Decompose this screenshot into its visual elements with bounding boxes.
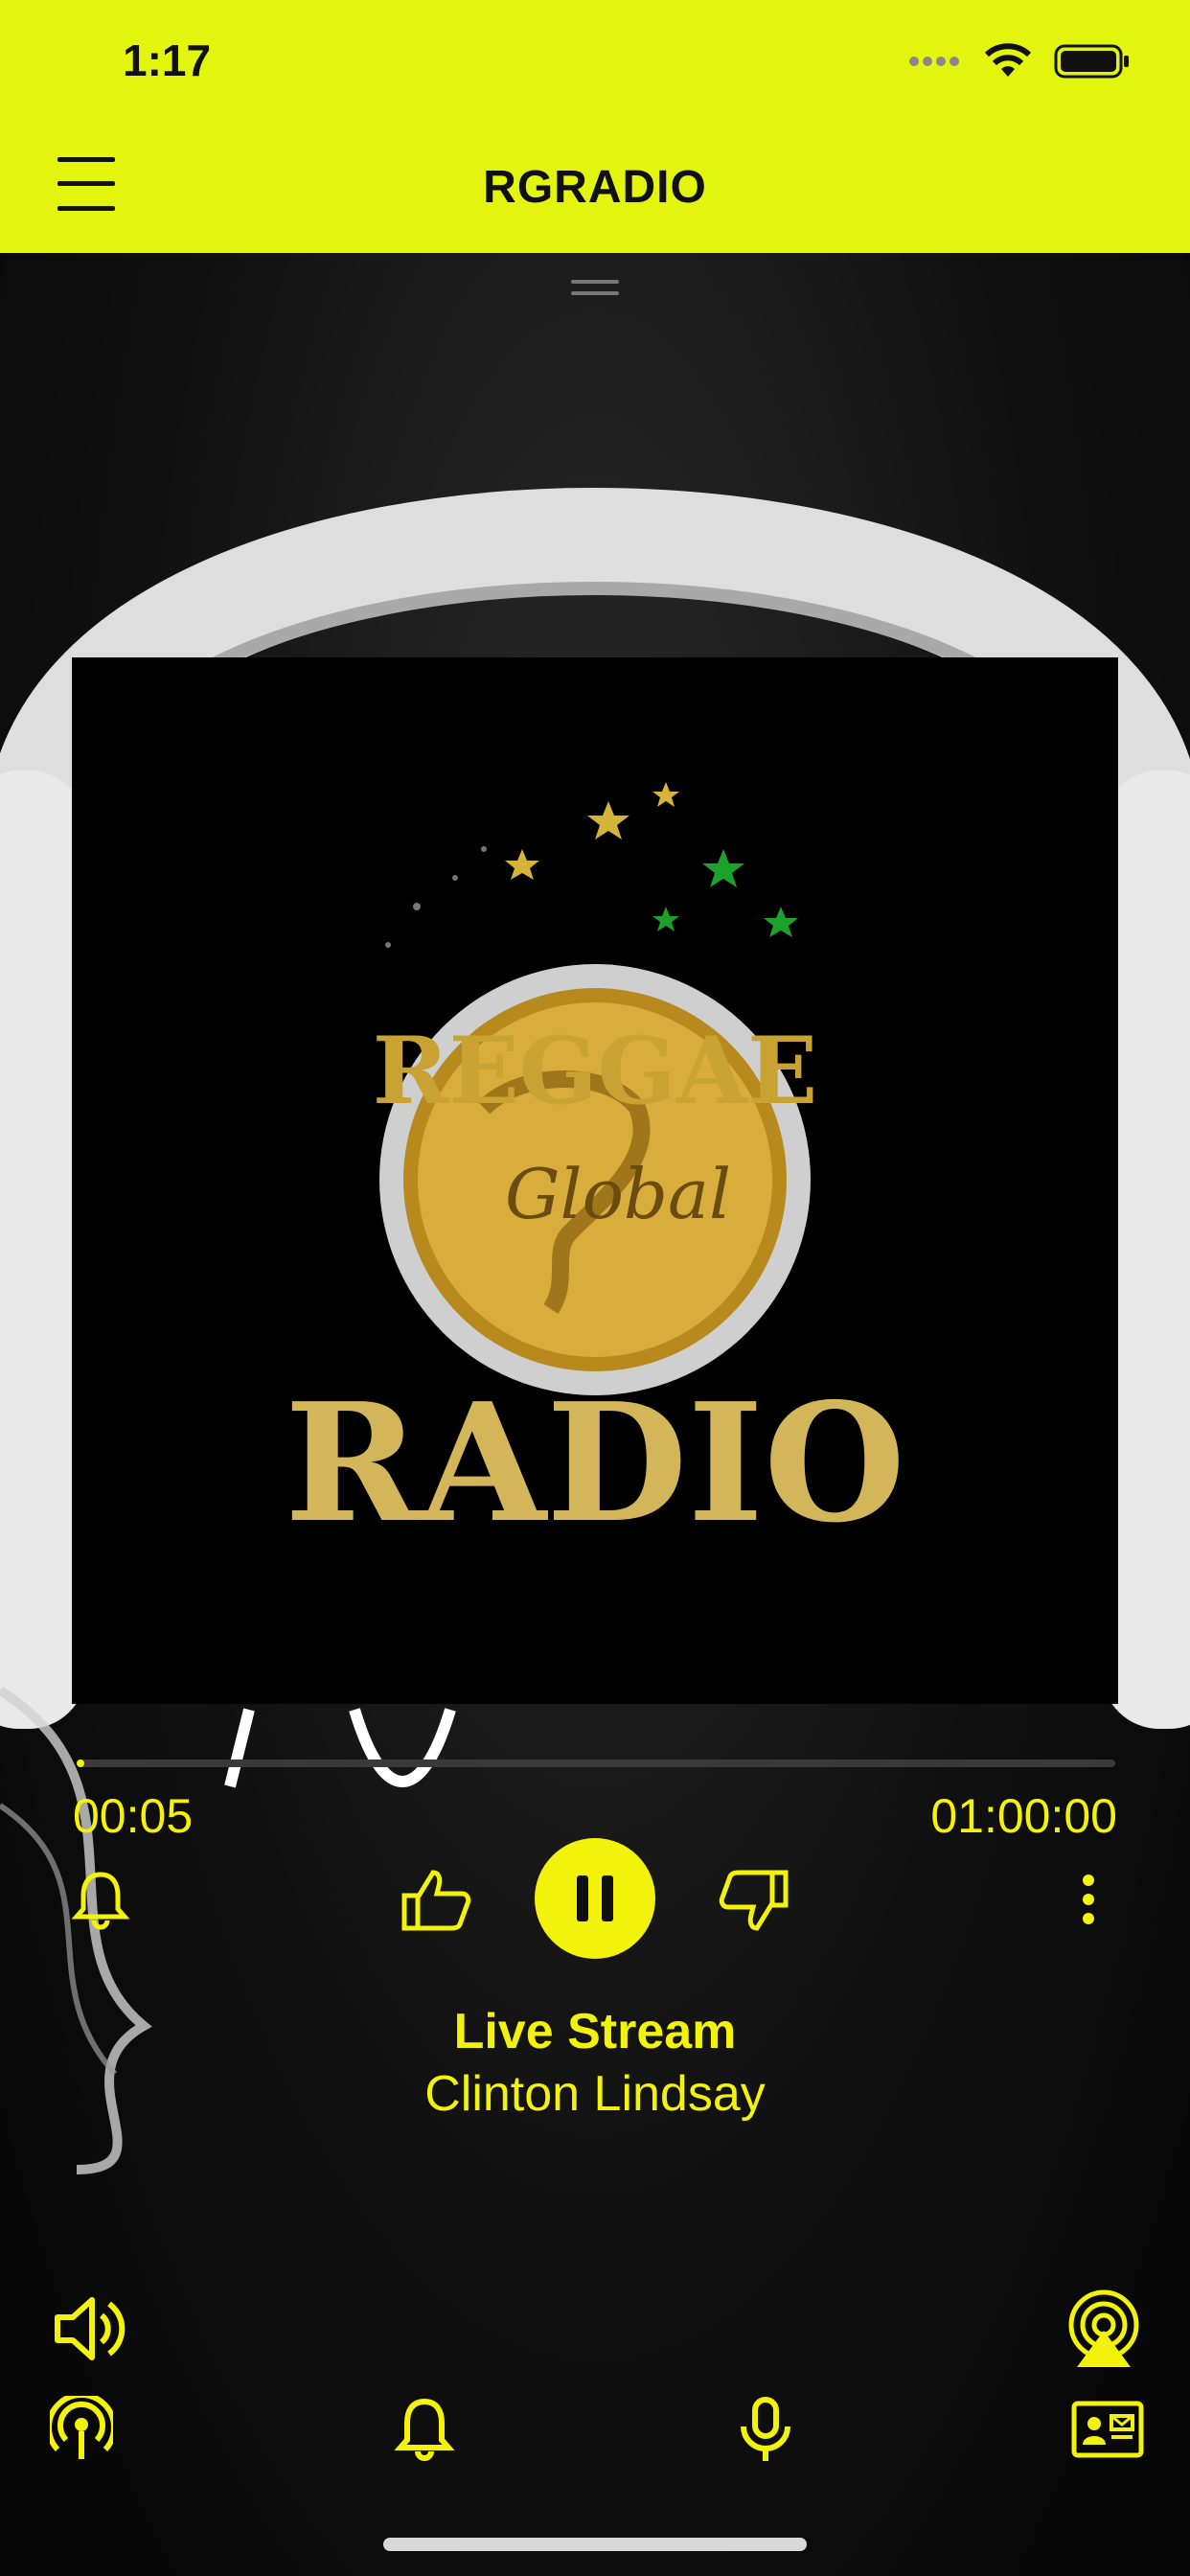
pause-button[interactable] bbox=[535, 1838, 655, 1959]
logo-text-reggae: REGGAE bbox=[373, 1017, 818, 1125]
album-artwork: REGGAE Global RADIO bbox=[72, 657, 1118, 1704]
drag-handle[interactable] bbox=[571, 278, 619, 299]
status-indicators bbox=[908, 42, 1131, 80]
broadcast-icon[interactable] bbox=[50, 2396, 113, 2463]
microphone-icon[interactable] bbox=[734, 2396, 797, 2463]
bell-icon[interactable] bbox=[393, 2396, 456, 2463]
contact-card-icon[interactable] bbox=[1071, 2401, 1144, 2458]
status-time: 1:17 bbox=[123, 35, 212, 85]
progress-track[interactable] bbox=[77, 1760, 1115, 1767]
airplay-icon[interactable] bbox=[1064, 2288, 1144, 2369]
thumbs-down-icon[interactable] bbox=[719, 1867, 790, 1934]
logo-text-global: Global bbox=[505, 1154, 731, 1234]
thumbs-up-icon[interactable] bbox=[400, 1867, 471, 1934]
pause-icon bbox=[577, 1875, 613, 1921]
signal-icon bbox=[909, 57, 959, 66]
progress-fill bbox=[77, 1760, 84, 1767]
reggae-global-radio-logo: REGGAE Global RADIO bbox=[285, 782, 905, 1559]
elapsed-time: 00:05 bbox=[73, 1789, 194, 1843]
page-title: RGRADIO bbox=[483, 162, 707, 213]
logo-text-radio: RADIO bbox=[285, 1368, 905, 1559]
wifi-icon bbox=[984, 43, 1032, 77]
track-artist: Clinton Lindsay bbox=[424, 2066, 766, 2122]
total-time: 01:00:00 bbox=[930, 1789, 1117, 1843]
home-indicator[interactable] bbox=[383, 2538, 807, 2551]
track-title: Live Stream bbox=[453, 2004, 737, 2059]
more-vertical-icon[interactable] bbox=[1064, 1869, 1113, 1930]
battery-icon bbox=[1054, 44, 1129, 79]
speaker-icon[interactable] bbox=[50, 2288, 130, 2369]
bell-icon[interactable] bbox=[67, 1869, 134, 1930]
